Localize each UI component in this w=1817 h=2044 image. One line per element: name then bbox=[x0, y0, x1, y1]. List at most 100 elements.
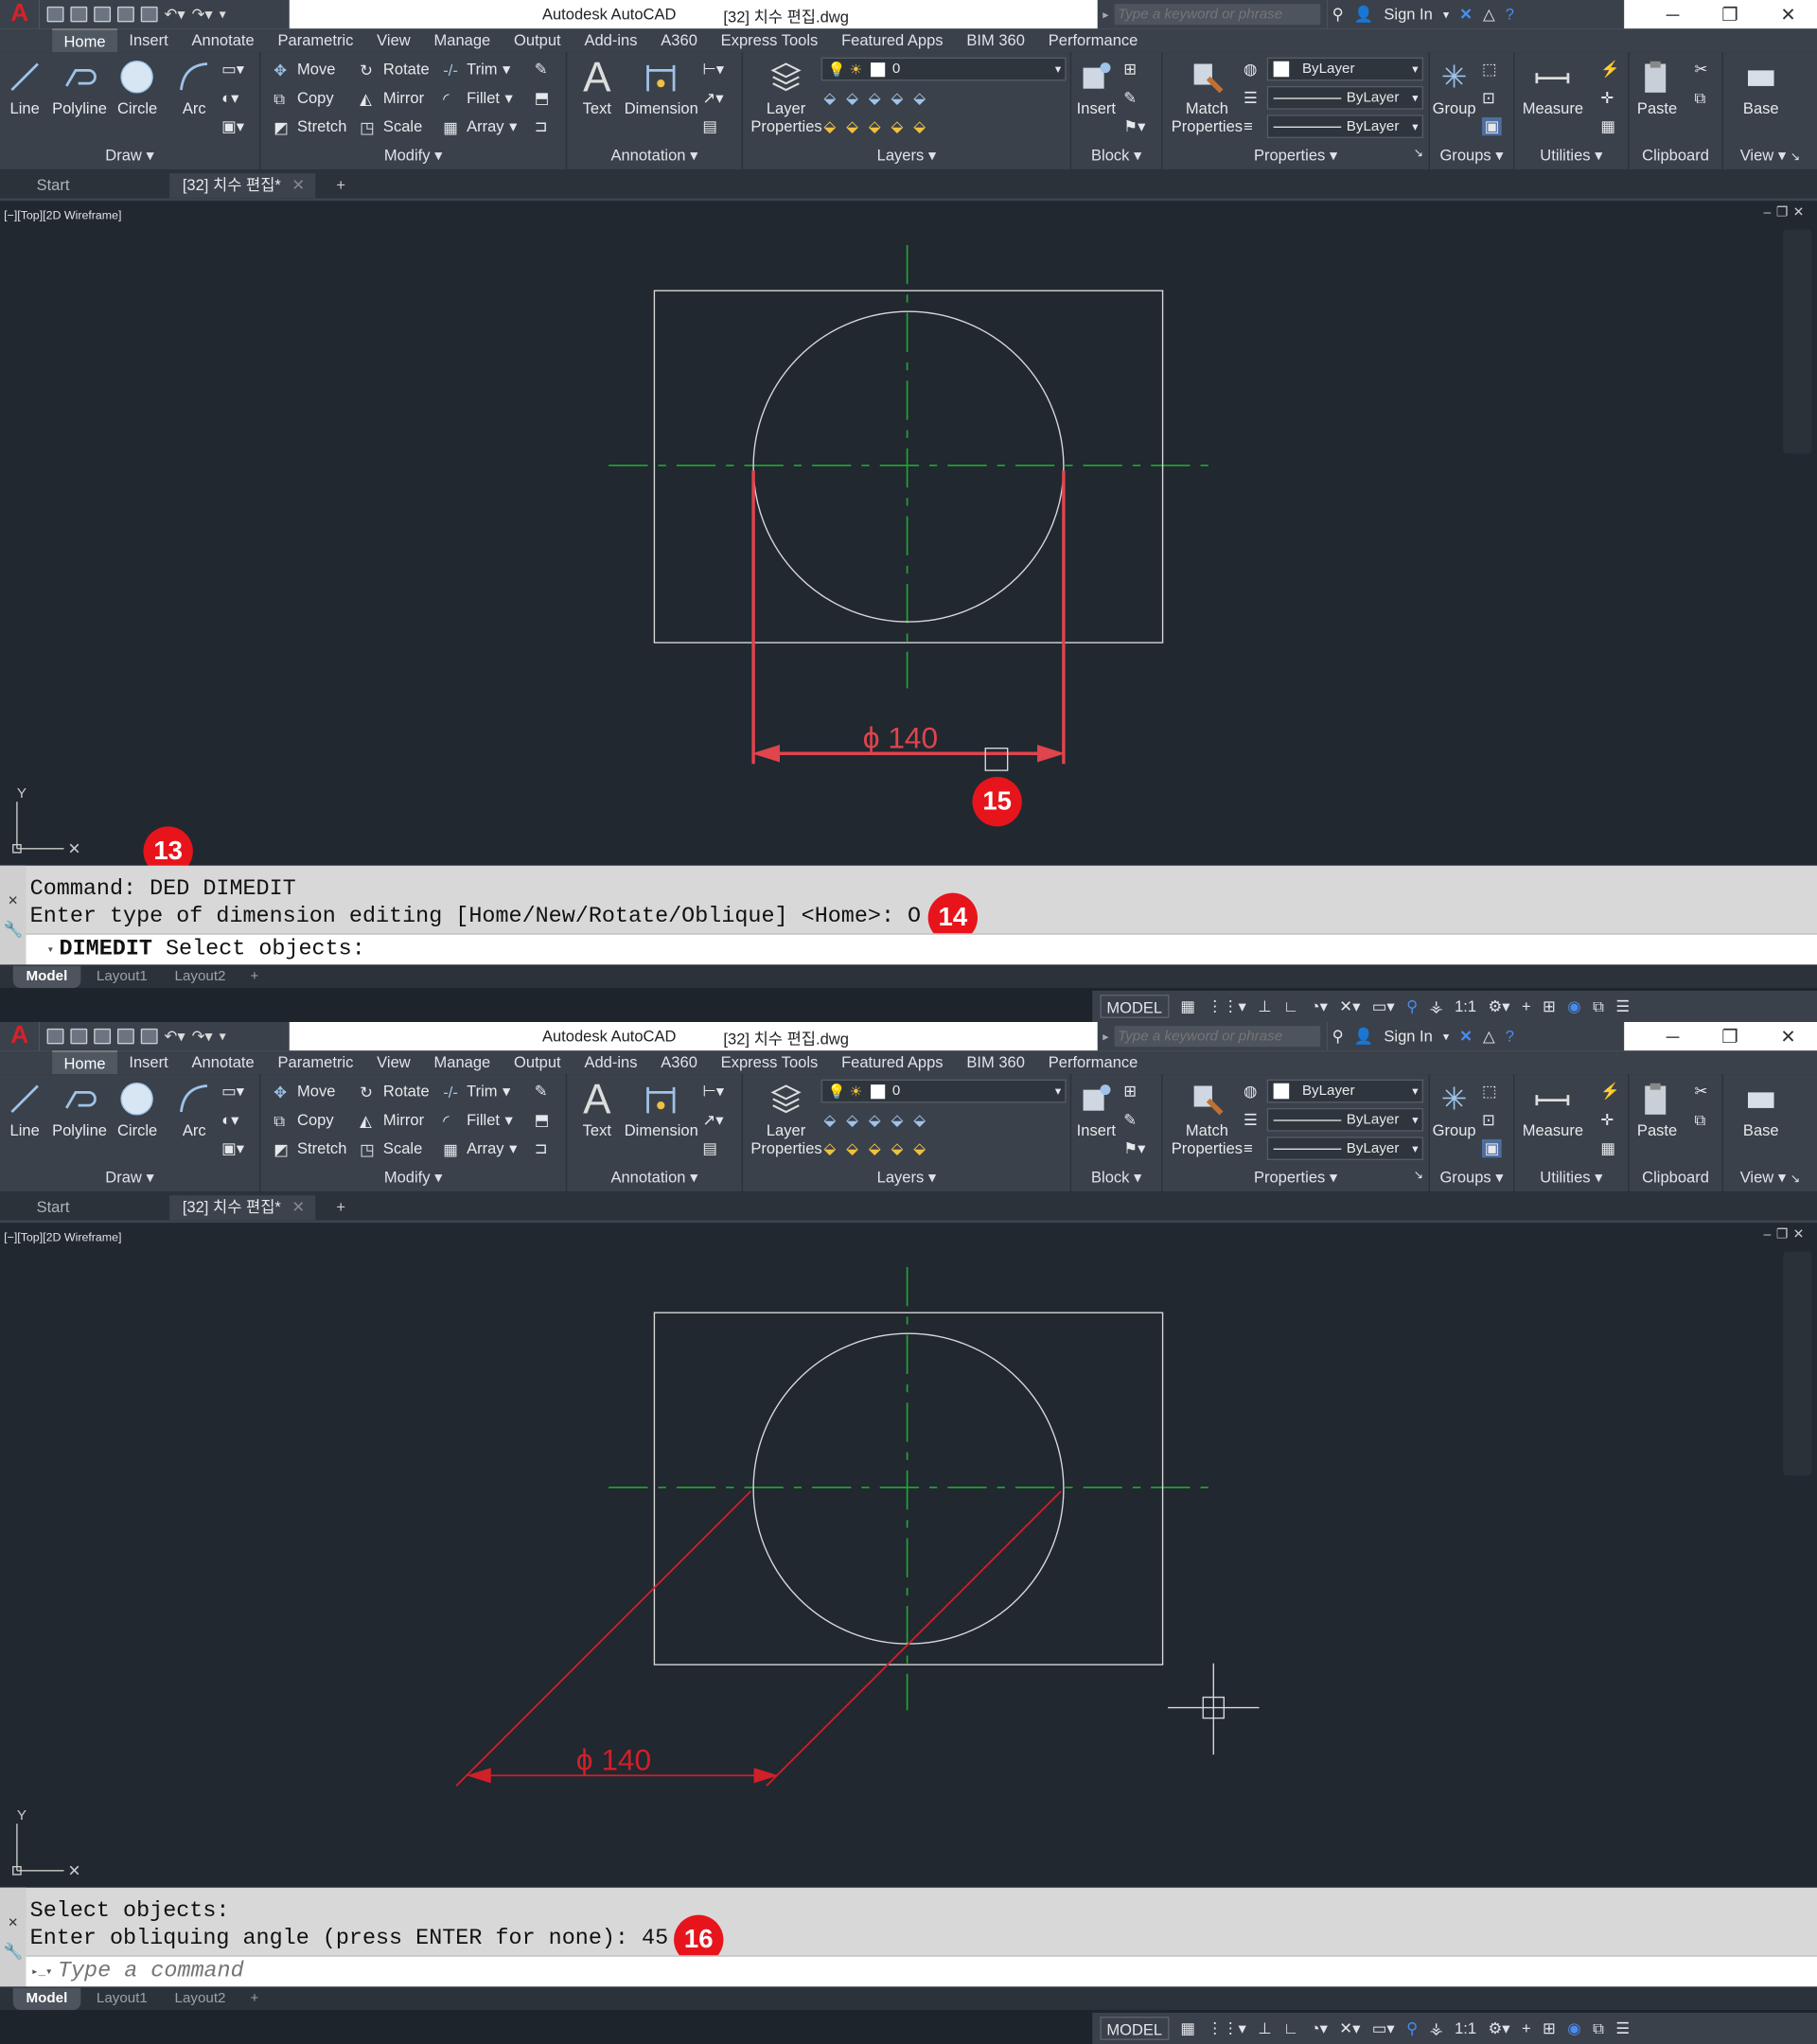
dropdown-icon[interactable]: ▾ bbox=[1443, 1030, 1449, 1044]
annotation-scale-icon[interactable]: ⚶ bbox=[1430, 997, 1443, 1015]
array-button[interactable]: ▦ Array ▾ bbox=[443, 1139, 517, 1158]
draw-panel-title[interactable]: Draw ▾ bbox=[0, 146, 259, 167]
polyline-button[interactable]: Polyline bbox=[52, 1077, 107, 1139]
tab-add-ins[interactable]: Add-ins bbox=[573, 28, 649, 52]
tab-manage[interactable]: Manage bbox=[422, 28, 503, 52]
stretch-button[interactable]: ◩ Stretch bbox=[273, 117, 346, 136]
arc-button[interactable]: Arc bbox=[175, 55, 214, 117]
redo-icon[interactable]: ↷▾ bbox=[192, 6, 213, 24]
explode-icon[interactable]: ⬒ bbox=[535, 1111, 550, 1129]
insert-button[interactable]: Insert bbox=[1077, 1077, 1116, 1139]
binoculars-icon[interactable]: ⚲ bbox=[1332, 6, 1344, 24]
search-input[interactable] bbox=[1113, 4, 1320, 26]
table-icon[interactable]: ▤ bbox=[702, 1139, 717, 1157]
command-prompt-icon[interactable]: ▸_▾ bbox=[31, 1965, 52, 1979]
layer-properties-button[interactable]: Layer Properties bbox=[750, 1077, 822, 1157]
osnap-icon[interactable]: ▭▾ bbox=[1372, 997, 1395, 1015]
clean-screen-icon[interactable]: ⧉ bbox=[1593, 996, 1604, 1016]
explode-icon[interactable]: ⬒ bbox=[535, 89, 550, 107]
a360-icon[interactable]: △ bbox=[1483, 6, 1495, 24]
chevron-down-icon[interactable]: ▾ bbox=[47, 943, 54, 957]
region-icon[interactable]: ▣▾ bbox=[221, 117, 244, 135]
tab-a360[interactable]: A360 bbox=[649, 28, 709, 52]
layer-tools-row1[interactable]: ⬙⬙⬙⬙⬙ bbox=[823, 1111, 936, 1129]
add-layout-icon[interactable]: + bbox=[238, 1988, 272, 2010]
erase-icon[interactable]: ✎ bbox=[535, 60, 548, 78]
annotation-panel-title[interactable]: Annotation ▾ bbox=[567, 1168, 742, 1189]
tab-annotate[interactable]: Annotate bbox=[180, 1050, 266, 1074]
ungroup-icon[interactable]: ⬚ bbox=[1482, 1082, 1497, 1100]
properties-panel-title[interactable]: Properties ▾ ↘ bbox=[1163, 146, 1429, 167]
arc-button[interactable]: Arc bbox=[175, 1077, 214, 1139]
attribute-icon[interactable]: ⚑▾ bbox=[1123, 1139, 1145, 1157]
mirror-button[interactable]: ◭ Mirror bbox=[360, 89, 424, 108]
linear-dim-icon[interactable]: ⊢▾ bbox=[702, 1082, 724, 1100]
layout-tab-layout2[interactable]: Layout2 bbox=[162, 966, 238, 988]
circle-button[interactable]: Circle bbox=[117, 1077, 157, 1139]
grid-icon[interactable]: ▦ bbox=[1180, 997, 1195, 1015]
move-button[interactable]: ✥ Move bbox=[273, 60, 335, 79]
trim-button[interactable]: -/- Trim ▾ bbox=[443, 60, 510, 79]
open-icon[interactable] bbox=[70, 6, 88, 23]
clean-screen-icon[interactable]: ⧉ bbox=[1593, 2018, 1604, 2038]
scale-button[interactable]: ◳ Scale bbox=[360, 117, 422, 136]
tab-featured-apps[interactable]: Featured Apps bbox=[830, 1050, 955, 1074]
layer-tools-row1[interactable]: ⬙⬙⬙⬙⬙ bbox=[823, 89, 936, 107]
close-icon[interactable]: ✕ bbox=[9, 890, 18, 909]
copy-clip-icon[interactable]: ⧉ bbox=[1695, 1111, 1706, 1131]
group-button[interactable]: ✳ Group bbox=[1433, 55, 1476, 117]
hatch-icon[interactable]: ◐▾ bbox=[221, 89, 238, 107]
lineweight-dropdown[interactable]: ByLayer ▾ bbox=[1266, 1137, 1424, 1161]
layout-tab-layout1[interactable]: Layout1 bbox=[83, 966, 160, 988]
create-block-icon[interactable]: ⊞ bbox=[1123, 60, 1137, 78]
line-button[interactable]: Line bbox=[6, 55, 44, 117]
redo-icon[interactable]: ↷▾ bbox=[192, 1028, 213, 1046]
linetype-dropdown[interactable]: ByLayer ▾ bbox=[1266, 1107, 1424, 1132]
rectangle-icon[interactable]: ▭▾ bbox=[221, 60, 244, 78]
scale-button[interactable]: ◳ Scale bbox=[360, 1139, 422, 1158]
rotate-button[interactable]: ↻ Rotate bbox=[360, 60, 429, 79]
layout-tab-layout1[interactable]: Layout1 bbox=[83, 1988, 160, 2010]
tab-express-tools[interactable]: Express Tools bbox=[709, 28, 829, 52]
trim-button[interactable]: -/- Trim ▾ bbox=[443, 1082, 510, 1101]
measure-button[interactable]: Measure bbox=[1523, 1077, 1583, 1139]
dimension-button[interactable]: Dimension bbox=[625, 55, 698, 117]
calculator-icon[interactable]: ▦ bbox=[1600, 117, 1615, 135]
settings-icon[interactable]: ⚙▾ bbox=[1488, 2019, 1509, 2037]
lineweight-dropdown[interactable]: ByLayer ▾ bbox=[1266, 115, 1424, 139]
dimension-button[interactable]: Dimension bbox=[625, 1077, 698, 1139]
cut-icon[interactable]: ✂ bbox=[1695, 1082, 1708, 1100]
undo-icon[interactable]: ↶▾ bbox=[165, 1028, 185, 1046]
search-input[interactable] bbox=[1113, 1026, 1320, 1048]
drawing-tab[interactable]: [32] 치수 편집* ✕ bbox=[169, 173, 316, 199]
tab-insert[interactable]: Insert bbox=[117, 28, 180, 52]
layers-panel-title[interactable]: Layers ▾ bbox=[743, 1168, 1070, 1189]
tab-insert[interactable]: Insert bbox=[117, 1050, 180, 1074]
customize-qa-icon[interactable]: ▾ bbox=[220, 1030, 226, 1044]
tab-home[interactable]: Home bbox=[52, 1050, 117, 1075]
layer-tools-row2[interactable]: ⬙⬙⬙⬙⬙ bbox=[823, 1139, 936, 1157]
group-select-icon[interactable]: ▣ bbox=[1482, 116, 1503, 136]
base-button[interactable]: Base bbox=[1741, 55, 1780, 117]
offset-icon[interactable]: ⊐ bbox=[535, 1139, 548, 1157]
clipboard-panel-title[interactable]: Clipboard bbox=[1630, 146, 1722, 167]
tab-featured-apps[interactable]: Featured Apps bbox=[830, 28, 955, 52]
isodraft-icon[interactable]: ✕▾ bbox=[1339, 2019, 1360, 2037]
autocad-logo[interactable]: A bbox=[0, 1022, 40, 1051]
open-icon[interactable] bbox=[70, 1028, 88, 1045]
add-layout-icon[interactable]: + bbox=[238, 966, 272, 988]
group-edit-icon[interactable]: ⊡ bbox=[1482, 1111, 1495, 1129]
group-select-icon[interactable]: ▣ bbox=[1482, 1138, 1503, 1158]
snap-icon[interactable]: ⋮⋮▾ bbox=[1207, 997, 1245, 1015]
copy-button[interactable]: ⧉ Copy bbox=[273, 89, 333, 108]
close-icon[interactable]: ✕ bbox=[1780, 1025, 1795, 1047]
mirror-button[interactable]: ◭ Mirror bbox=[360, 1111, 424, 1130]
a360-icon[interactable]: △ bbox=[1483, 1028, 1495, 1046]
paste-button[interactable]: Paste bbox=[1637, 55, 1677, 117]
attribute-icon[interactable]: ⚑▾ bbox=[1123, 117, 1145, 135]
save-as-icon[interactable] bbox=[116, 1028, 134, 1045]
view-panel-title[interactable]: View ▾ ↘ bbox=[1723, 146, 1817, 167]
osnap-icon[interactable]: ▭▾ bbox=[1372, 2019, 1395, 2037]
color-dropdown[interactable]: ByLayer ▾ bbox=[1266, 1079, 1424, 1103]
utilities-panel-title[interactable]: Utilities ▾ bbox=[1514, 146, 1628, 167]
